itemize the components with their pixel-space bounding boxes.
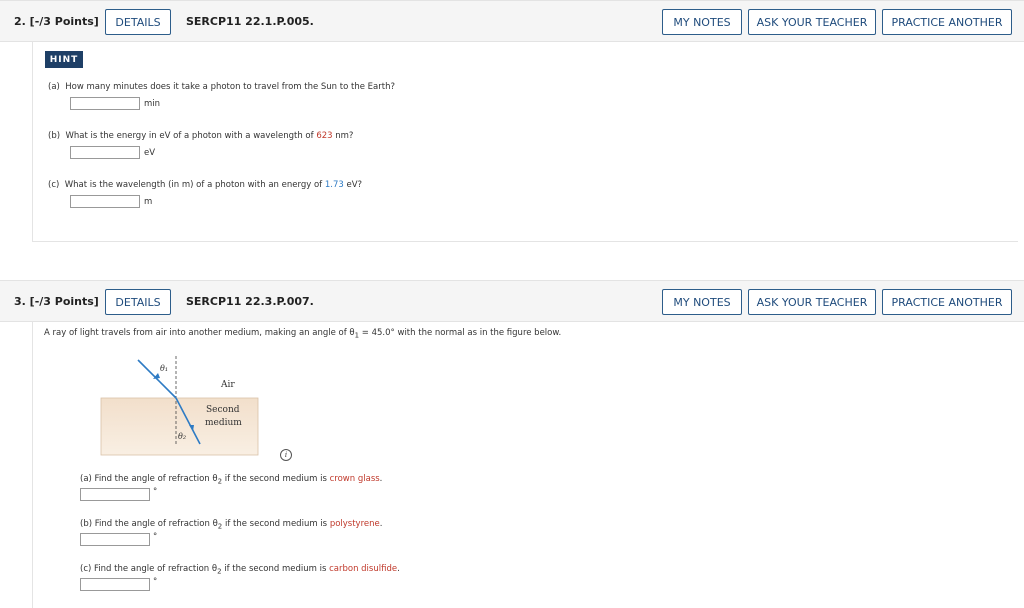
q2-header: 2. [-/3 Points] DETAILS SERCP11 22.1.P.0… [0, 0, 1024, 42]
q3-my-notes-button[interactable]: MY NOTES [662, 289, 742, 315]
q3-details-button[interactable]: DETAILS [105, 289, 171, 315]
air-label: Air [220, 380, 235, 390]
q2-part-c-unit: m [144, 197, 153, 207]
q3-part-b-unit: ° [153, 532, 158, 542]
q2-my-notes-button[interactable]: MY NOTES [662, 9, 742, 35]
q3-part-b-answer-input[interactable] [80, 533, 150, 546]
q3-points: 3. [-/3 Points] [14, 295, 99, 308]
second-medium-label-1: Second [206, 405, 240, 415]
q3-header: 3. [-/3 Points] DETAILS SERCP11 22.3.P.0… [0, 280, 1024, 322]
refraction-diagram: θ₁ Air Second medium θ₂ [100, 356, 259, 456]
q2-part-a-answer-input[interactable] [70, 97, 140, 110]
q2-part-c-question: (c) What is the wavelength (in m) of a p… [48, 180, 363, 190]
q3-intro-text: A ray of light travels from air into ano… [44, 328, 562, 340]
q2-part-c-answer-input[interactable] [70, 195, 140, 208]
q3-part-a-answer-input[interactable] [80, 488, 150, 501]
q2-part-b-unit: eV [144, 148, 156, 158]
q2-part-a-question: (a) How many minutes does it take a phot… [48, 82, 395, 92]
q3-part-a-unit: ° [153, 487, 158, 497]
q2-part-b-question: (b) What is the energy in eV of a photon… [48, 131, 354, 141]
q2-points: 2. [-/3 Points] [14, 15, 99, 28]
q2-part-a-unit: min [144, 99, 161, 109]
q3-practice-another-button[interactable]: PRACTICE ANOTHER [882, 289, 1012, 315]
q3-part-c-unit: ° [153, 577, 158, 587]
info-icon[interactable]: i [280, 449, 292, 461]
q3-ask-teacher-button[interactable]: ASK YOUR TEACHER [748, 289, 876, 315]
theta2-label: θ₂ [178, 432, 186, 441]
q2-details-button[interactable]: DETAILS [105, 9, 171, 35]
incident-ray [137, 359, 177, 399]
q2-problem-code: SERCP11 22.1.P.005. [186, 15, 314, 28]
q3-part-c-answer-input[interactable] [80, 578, 150, 591]
q2-ask-teacher-button[interactable]: ASK YOUR TEACHER [748, 9, 876, 35]
refraction-figure: θ₁ Air Second medium θ₂ [98, 352, 278, 462]
q3-part-a-question: (a) Find the angle of refraction θ2 if t… [80, 474, 383, 486]
q3-part-c-question: (c) Find the angle of refraction θ2 if t… [80, 564, 400, 576]
q2-part-b-answer-input[interactable] [70, 146, 140, 159]
q3-problem-code: SERCP11 22.3.P.007. [186, 295, 314, 308]
q3-part-b-question: (b) Find the angle of refraction θ2 if t… [80, 519, 383, 531]
theta1-label: θ₁ [160, 364, 168, 373]
q2-body [32, 42, 1018, 242]
hint-button[interactable]: HINT [45, 51, 83, 68]
second-medium-label-2: medium [205, 418, 242, 428]
q2-practice-another-button[interactable]: PRACTICE ANOTHER [882, 9, 1012, 35]
